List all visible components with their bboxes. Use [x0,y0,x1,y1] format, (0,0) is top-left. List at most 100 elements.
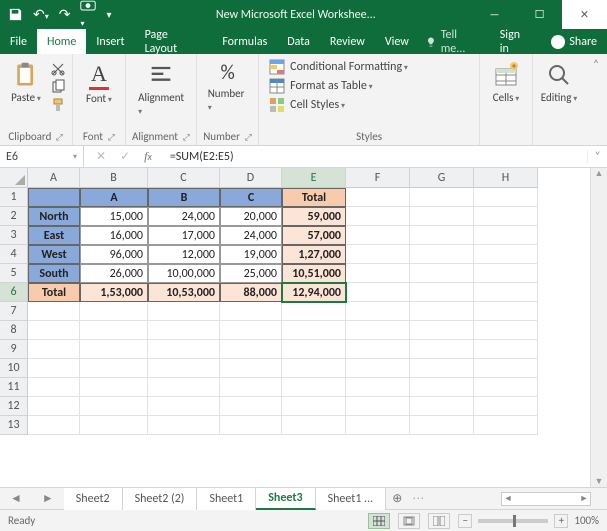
cell[interactable] [28,340,80,359]
column-header[interactable]: D [220,168,282,188]
redo-icon[interactable]: ↷ [59,6,71,23]
cell[interactable] [474,321,538,340]
sheet-tab[interactable]: Sheet2 [64,488,123,510]
cell[interactable] [346,207,410,226]
cell[interactable] [474,340,538,359]
horizontal-scrollbar[interactable]: ◄► [501,492,591,506]
cell[interactable] [282,359,346,378]
cell[interactable] [474,226,538,245]
cell[interactable] [410,264,474,283]
cell[interactable]: C [220,188,282,207]
select-all-corner[interactable] [0,168,28,188]
zoom-in-icon[interactable]: + [554,514,568,528]
cell[interactable] [474,378,538,397]
cell[interactable] [28,378,80,397]
cell[interactable]: 59,000 [282,207,346,226]
cell[interactable] [148,321,220,340]
sheet-tab[interactable]: Sheet1 [197,488,256,510]
format-as-table-button[interactable]: Format as Table [269,78,408,94]
cell[interactable] [410,245,474,264]
cell[interactable] [148,302,220,321]
cell[interactable]: 17,000 [148,226,220,245]
cell[interactable] [282,302,346,321]
cell[interactable] [282,397,346,416]
cell[interactable] [410,359,474,378]
cell[interactable] [474,264,538,283]
cell[interactable] [410,340,474,359]
normal-view-button[interactable] [368,513,390,529]
cell[interactable]: East [28,226,80,245]
cell[interactable] [220,416,282,435]
cell[interactable]: 10,00,000 [148,264,220,283]
cell[interactable] [346,226,410,245]
cell[interactable]: 16,000 [80,226,148,245]
cell[interactable] [346,340,410,359]
cell[interactable]: 19,000 [220,245,282,264]
cell[interactable] [220,378,282,397]
column-header[interactable]: G [410,168,474,188]
column-header[interactable]: C [148,168,220,188]
cell[interactable]: 96,000 [80,245,148,264]
sheet-tab[interactable]: Sheet3 [256,488,315,510]
worksheet-grid[interactable]: ABCDEFGH 12345678910111213 ABCTotalNorth… [0,168,607,487]
cell[interactable]: 10,53,000 [148,283,220,302]
font-button[interactable]: A Font [79,57,119,105]
tab-review[interactable]: Review [320,29,375,54]
cell[interactable] [80,340,148,359]
cell[interactable]: South [28,264,80,283]
cell[interactable] [410,283,474,302]
cell[interactable]: A [80,188,148,207]
cell[interactable]: 15,000 [80,207,148,226]
share-button[interactable]: Share [541,29,607,54]
enter-formula-icon[interactable]: ✓ [120,149,130,164]
tab-file[interactable]: File [0,29,37,54]
cell[interactable] [148,416,220,435]
tab-view[interactable]: View [375,29,419,54]
cell[interactable] [282,378,346,397]
cell[interactable]: B [148,188,220,207]
cell[interactable] [346,264,410,283]
cell[interactable] [80,321,148,340]
row-header[interactable]: 3 [0,226,28,245]
cell[interactable] [474,188,538,207]
row-header[interactable]: 2 [0,207,28,226]
cell[interactable] [28,188,80,207]
number-launcher-icon[interactable] [243,130,252,143]
save-icon[interactable] [8,7,23,22]
zoom-level[interactable]: 100% [574,514,599,527]
cell[interactable] [282,416,346,435]
row-header[interactable]: 9 [0,340,28,359]
editing-button[interactable]: Editing [539,57,579,104]
sheet-nav-prev-icon[interactable]: ◄ [0,491,32,506]
row-header[interactable]: 6 [0,283,28,302]
qat-customize-icon[interactable]: ▾ [106,8,111,21]
close-button[interactable]: × [562,0,607,29]
cell[interactable] [220,321,282,340]
cancel-formula-icon[interactable]: ✕ [96,149,106,164]
number-button[interactable]: % Number [208,57,248,113]
insert-function-icon[interactable]: fx [144,149,152,164]
cell[interactable] [410,416,474,435]
tab-insert[interactable]: Insert [86,29,134,54]
tab-formulas[interactable]: Formulas [212,29,277,54]
row-header[interactable]: 13 [0,416,28,435]
tab-data[interactable]: Data [277,29,320,54]
row-header[interactable]: 10 [0,359,28,378]
cell[interactable] [346,378,410,397]
cell[interactable] [282,321,346,340]
column-header[interactable]: H [474,168,538,188]
cell[interactable] [346,359,410,378]
zoom-out-icon[interactable]: − [458,514,472,528]
cell[interactable] [148,340,220,359]
column-header[interactable]: E [282,168,346,188]
cell[interactable]: West [28,245,80,264]
cell[interactable] [474,416,538,435]
maximize-button[interactable]: ☐ [517,0,562,29]
cell[interactable] [220,397,282,416]
row-header[interactable]: 11 [0,378,28,397]
cell[interactable]: Total [28,283,80,302]
minimize-button[interactable]: — [472,0,517,29]
cell[interactable] [474,207,538,226]
cell[interactable]: 1,27,000 [282,245,346,264]
cell[interactable] [346,188,410,207]
